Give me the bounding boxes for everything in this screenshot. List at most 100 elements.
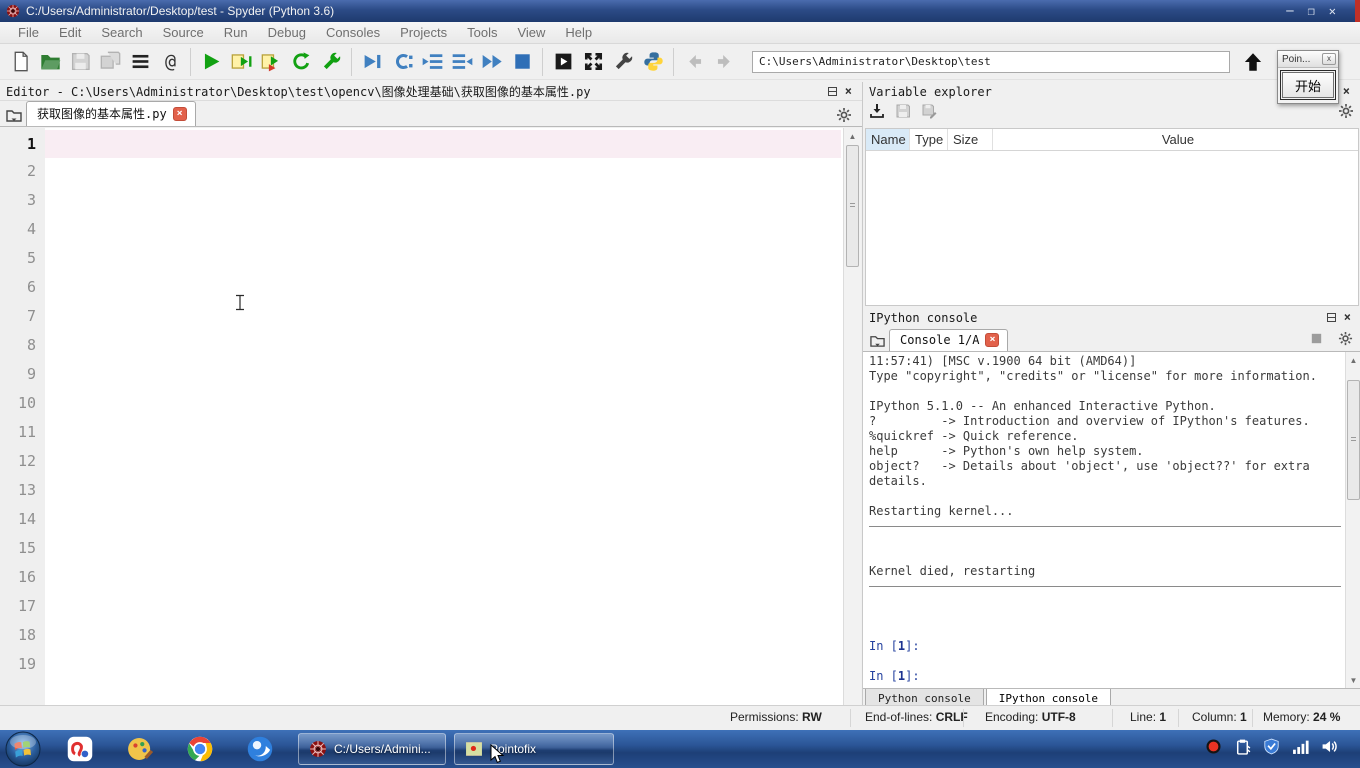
menu-item-view[interactable]: View: [507, 23, 555, 42]
menu-item-search[interactable]: Search: [91, 23, 152, 42]
console-scrollbar-thumb[interactable]: [1347, 380, 1360, 500]
python-path-icon: [643, 51, 664, 72]
rerun-cell-button[interactable]: [286, 48, 316, 76]
menu-item-source[interactable]: Source: [153, 23, 214, 42]
taskbar-button-label: C:/Users/Admini...: [334, 742, 431, 756]
line-number: 4: [0, 215, 45, 244]
tab-close-icon[interactable]: ×: [985, 333, 999, 347]
step-return-button[interactable]: [447, 48, 477, 76]
taskbar-pinned-blue-browser[interactable]: [243, 732, 277, 766]
working-directory-input[interactable]: [752, 51, 1230, 73]
fullscreen-button[interactable]: [578, 48, 608, 76]
close-button[interactable]: ✕: [1329, 4, 1336, 18]
taskbar-pinned-chrome[interactable]: [183, 732, 217, 766]
restore-button[interactable]: ❐: [1308, 4, 1315, 18]
column-header-type[interactable]: Type: [910, 129, 948, 150]
variable-explorer-table[interactable]: NameTypeSizeValue: [865, 128, 1359, 306]
minimize-button[interactable]: ─: [1286, 4, 1293, 18]
tab-close-icon[interactable]: ×: [173, 107, 187, 121]
menu-item-debug[interactable]: Debug: [258, 23, 316, 42]
taskbar-button-pointofix[interactable]: Pointofix: [454, 733, 614, 765]
column-header-value[interactable]: Value: [993, 129, 1358, 150]
editor-scrollbar-thumb[interactable]: [846, 145, 859, 267]
console-tab-label: Console 1/A: [900, 333, 979, 347]
close-pane-icon[interactable]: ×: [1343, 87, 1350, 96]
pointofix-start-button[interactable]: 开始: [1282, 72, 1334, 98]
variable-explorer-options-button[interactable]: [1338, 103, 1354, 124]
console-tab[interactable]: Console 1/A ×: [889, 329, 1008, 351]
status-separator: [1252, 709, 1253, 727]
pointofix-close-button[interactable]: x: [1322, 53, 1336, 65]
close-pane-icon[interactable]: ×: [845, 87, 852, 96]
tray-signal-bars[interactable]: [1292, 738, 1309, 760]
file-switcher-button[interactable]: [125, 48, 155, 76]
taskbar-button-spyder[interactable]: C:/Users/Admini...: [298, 733, 446, 765]
column-header-name[interactable]: Name: [866, 129, 910, 150]
signal-bars-icon: [1292, 738, 1309, 755]
step-into-button[interactable]: [417, 48, 447, 76]
browse-tabs-button[interactable]: [865, 329, 889, 351]
pointofix-window[interactable]: Poin... x 开始: [1277, 50, 1339, 104]
interrupt-kernel-button[interactable]: [1309, 331, 1324, 351]
scroll-up-icon[interactable]: ▲: [844, 128, 861, 144]
undock-icon[interactable]: [1327, 313, 1336, 322]
taskbar-pinned-app-knot[interactable]: [63, 732, 97, 766]
stop-debug-button[interactable]: [507, 48, 537, 76]
debug-file-button[interactable]: [357, 48, 387, 76]
run-cell-button[interactable]: [226, 48, 256, 76]
undock-icon[interactable]: [828, 87, 837, 96]
console-options-button[interactable]: [1338, 331, 1353, 351]
run-file-button[interactable]: [196, 48, 226, 76]
run-cell-advance-button[interactable]: [256, 48, 286, 76]
step-over-button[interactable]: [387, 48, 417, 76]
continue-execution-button[interactable]: [477, 48, 507, 76]
pointofix-titlebar[interactable]: Poin... x: [1278, 51, 1338, 68]
console-scrollbar[interactable]: ▲ ▼: [1345, 352, 1360, 688]
preferences-button[interactable]: [608, 48, 638, 76]
open-file-button[interactable]: [35, 48, 65, 76]
save-data-button[interactable]: [895, 103, 911, 124]
menu-item-file[interactable]: File: [8, 23, 49, 42]
nav-forward-button[interactable]: [709, 48, 739, 76]
editor-options-button[interactable]: [832, 104, 856, 126]
console-output[interactable]: 11:57:41) [MSC v.1900 64 bit (AMD64)]Typ…: [863, 352, 1360, 688]
status-line: Line: 1: [1130, 710, 1166, 724]
import-data-button[interactable]: [869, 103, 885, 124]
symbol-finder-button[interactable]: @: [155, 48, 185, 76]
menu-item-help[interactable]: Help: [555, 23, 602, 42]
nav-back-button[interactable]: [679, 48, 709, 76]
save-file-button[interactable]: [65, 48, 95, 76]
maximize-pane-button[interactable]: [548, 48, 578, 76]
nav-back-icon: [684, 51, 705, 72]
taskbar-pinned-paint-app[interactable]: [123, 732, 157, 766]
menu-item-edit[interactable]: Edit: [49, 23, 91, 42]
menu-item-run[interactable]: Run: [214, 23, 258, 42]
record-dot-icon: [1205, 738, 1222, 755]
save-data-as-button[interactable]: [921, 103, 937, 124]
line-number: 8: [0, 331, 45, 360]
menu-item-tools[interactable]: Tools: [457, 23, 507, 42]
tray-volume[interactable]: [1321, 738, 1338, 760]
code-editor[interactable]: 12345678910111213141516171819: [0, 128, 843, 705]
toolbar-group: [543, 48, 674, 76]
window-titlebar[interactable]: C:/Users/Administrator/Desktop/test - Sp…: [0, 0, 1360, 22]
column-header-size[interactable]: Size: [948, 129, 993, 150]
close-pane-icon[interactable]: ×: [1344, 313, 1351, 322]
editor-tab[interactable]: 获取图像的基本属性.py ×: [26, 101, 196, 126]
menu-item-consoles[interactable]: Consoles: [316, 23, 390, 42]
browse-tabs-button[interactable]: [2, 104, 26, 126]
tray-record-dot[interactable]: [1205, 738, 1222, 760]
scroll-down-icon[interactable]: ▼: [1346, 672, 1360, 688]
menu-item-projects[interactable]: Projects: [390, 23, 457, 42]
python-path-button[interactable]: [638, 48, 668, 76]
new-file-button[interactable]: [5, 48, 35, 76]
parent-directory-button[interactable]: [1238, 48, 1268, 76]
editor-scrollbar[interactable]: ▲: [843, 128, 861, 705]
tray-shield[interactable]: [1263, 738, 1280, 760]
tray-clipboard-plug[interactable]: [1234, 738, 1251, 760]
save-all-button[interactable]: [95, 48, 125, 76]
console-output-line: [869, 549, 1341, 564]
scroll-up-icon[interactable]: ▲: [1346, 352, 1360, 368]
run-settings-button[interactable]: [316, 48, 346, 76]
start-button[interactable]: [4, 730, 42, 768]
